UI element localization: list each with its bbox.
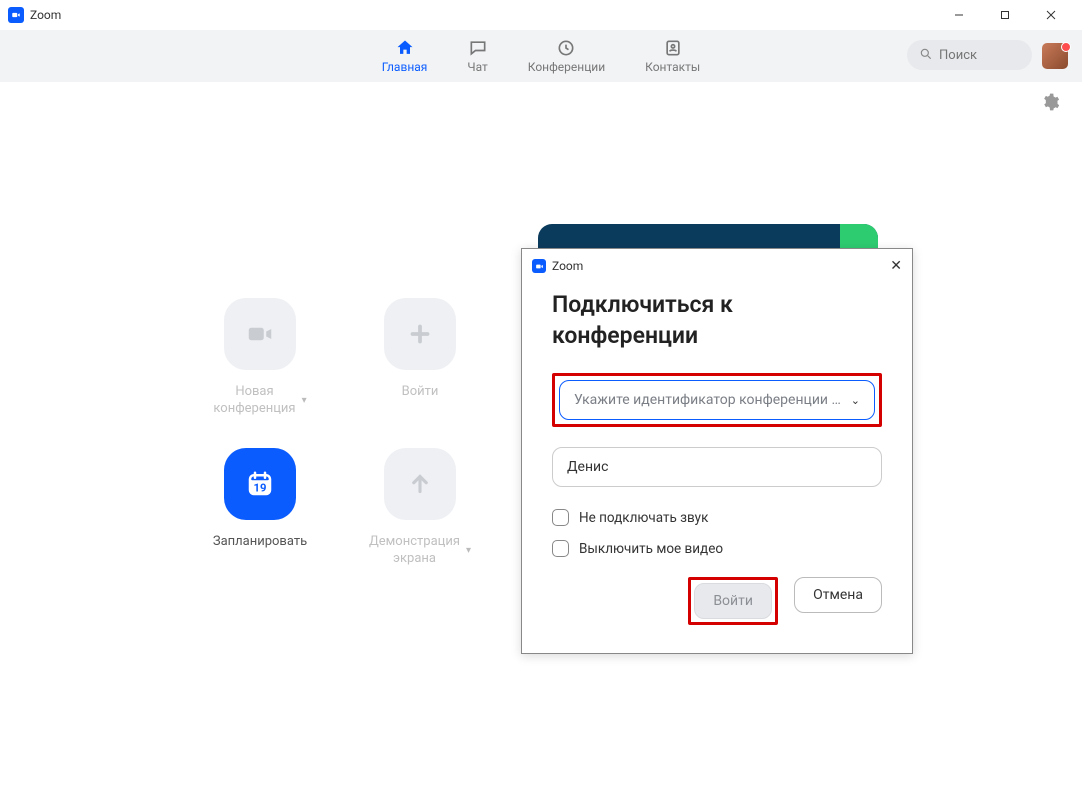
clock-icon: [556, 38, 576, 58]
gear-icon[interactable]: [1040, 92, 1060, 112]
search-input[interactable]: [939, 48, 1019, 63]
window-title: Zoom: [30, 8, 61, 22]
video-icon: [224, 298, 296, 370]
tile-share-screen[interactable]: Демонстрация экрана ▾: [340, 448, 500, 588]
zoom-app-icon: [8, 7, 24, 23]
chat-icon: [468, 38, 488, 58]
top-nav: Главная Чат Конференции Контакты: [0, 30, 1082, 82]
dialog-heading: Подключиться к конференции: [552, 289, 882, 351]
highlight-meeting-id: Укажите идентификатор конференции … ⌄: [552, 373, 882, 427]
checkbox-icon: [552, 540, 569, 557]
maximize-button[interactable]: [982, 0, 1028, 30]
checkbox-icon: [552, 509, 569, 526]
zoom-app-icon: [532, 259, 546, 273]
join-button[interactable]: Войти: [694, 583, 772, 619]
tab-home[interactable]: Главная: [382, 38, 428, 74]
arrow-up-icon: [384, 448, 456, 520]
search-box[interactable]: [907, 40, 1032, 70]
cancel-button[interactable]: Отмена: [794, 577, 882, 613]
window-controls: [936, 0, 1074, 30]
dialog-title: Zoom: [552, 259, 583, 273]
tab-chat[interactable]: Чат: [467, 38, 487, 74]
checkbox-no-video[interactable]: Выключить мое видео: [552, 540, 882, 557]
meeting-id-placeholder: Укажите идентификатор конференции …: [574, 392, 843, 408]
tile-new-meeting[interactable]: Новая конференция ▾: [180, 298, 340, 438]
chevron-down-icon: ⌄: [851, 394, 860, 407]
checkbox-no-audio[interactable]: Не подключать звук: [552, 509, 882, 526]
chevron-down-icon[interactable]: ▾: [466, 545, 471, 556]
svg-text:19: 19: [254, 482, 267, 495]
close-button[interactable]: [1028, 0, 1074, 30]
name-input[interactable]: [567, 459, 867, 475]
plus-icon: [384, 298, 456, 370]
tile-schedule[interactable]: 19 Запланировать: [180, 448, 340, 588]
name-field-wrapper: [552, 447, 882, 487]
action-tiles: Новая конференция ▾ Войти 19 Запланирова…: [180, 298, 500, 588]
dialog-titlebar: Zoom ✕: [522, 249, 912, 283]
home-icon: [395, 38, 415, 58]
contacts-icon: [663, 38, 683, 58]
chevron-down-icon[interactable]: ▾: [302, 395, 307, 406]
tab-meetings[interactable]: Конференции: [528, 38, 605, 74]
minimize-button[interactable]: [936, 0, 982, 30]
highlight-join-button: Войти: [688, 577, 778, 625]
join-meeting-dialog: Zoom ✕ Подключиться к конференции Укажит…: [521, 248, 913, 654]
close-icon[interactable]: ✕: [890, 258, 902, 274]
tab-contacts[interactable]: Контакты: [645, 38, 700, 74]
window-titlebar: Zoom: [0, 0, 1082, 30]
avatar[interactable]: [1042, 43, 1068, 69]
meeting-id-dropdown[interactable]: Укажите идентификатор конференции … ⌄: [559, 380, 875, 420]
calendar-icon: 19: [224, 448, 296, 520]
search-icon: [919, 46, 933, 65]
tile-join[interactable]: Войти: [340, 298, 500, 438]
